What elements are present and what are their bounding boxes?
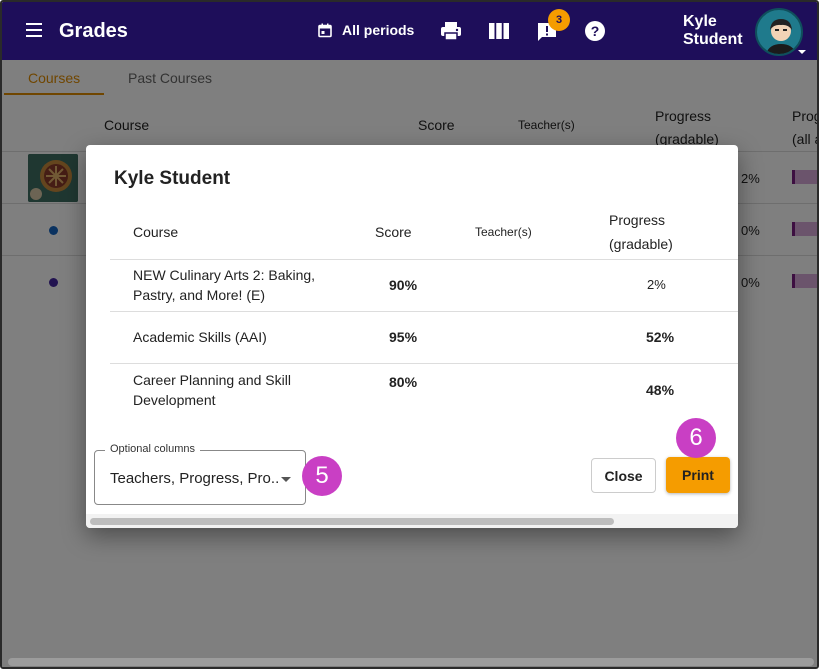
notification-badge: 3 (548, 9, 570, 31)
optional-columns-label: Optional columns (105, 443, 200, 455)
top-app-bar: Grades All periods 3 ? Kyle Student (2, 2, 817, 60)
dialog-score: 95% (389, 329, 418, 345)
print-button[interactable]: Print (666, 457, 730, 493)
dialog-progress-header-line1: Progress (609, 212, 666, 228)
user-last-name: Student (683, 31, 743, 48)
help-icon[interactable]: ? (584, 20, 606, 42)
print-icon[interactable] (440, 20, 462, 42)
dialog-course-name: NEW Culinary Arts 2: Baking, Pastry, and… (133, 265, 315, 305)
user-first-name: Kyle (683, 13, 717, 30)
dialog-progress-header-line2: (gradable) (609, 236, 673, 252)
dialog-title: Kyle Student (114, 168, 231, 189)
print-dialog: Kyle Student Course Score Teacher(s) Pro… (86, 145, 738, 528)
dialog-header-teachers: Teacher(s) (475, 225, 532, 239)
dialog-progress: 48% (646, 382, 675, 398)
page-title: Grades (59, 20, 128, 42)
columns-icon[interactable] (488, 20, 510, 42)
avatar[interactable] (755, 8, 803, 56)
period-label: All periods (342, 22, 415, 38)
chevron-down-icon[interactable] (798, 50, 806, 54)
row-divider (110, 311, 738, 312)
user-name[interactable]: Kyle Student (683, 13, 743, 49)
dialog-score: 90% (389, 277, 418, 293)
optional-columns-select[interactable]: Optional columns Teachers, Progress, Pro… (94, 443, 306, 505)
course-name-line: Development (133, 392, 216, 408)
dialog-header-progress: Progress (gradable) (609, 208, 673, 256)
dialog-progress: 2% (647, 277, 666, 292)
dialog-scrollbar-thumb[interactable] (90, 518, 614, 525)
dialog-progress: 52% (646, 329, 675, 345)
app-window: Grades All periods 3 ? Kyle Student Kyle… (0, 0, 819, 669)
dropdown-arrow-icon (281, 477, 291, 482)
calendar-icon (318, 23, 332, 37)
user-avatar-icon (765, 19, 797, 54)
callout-marker-5: 5 (302, 456, 342, 496)
dialog-course-name: Academic Skills (AAI) (133, 329, 267, 345)
dialog-horizontal-scrollbar[interactable] (86, 514, 738, 528)
dialog-header-score: Score (375, 224, 412, 240)
course-name-line: Pastry, and More! (E) (133, 287, 266, 303)
close-button[interactable]: Close (591, 458, 656, 493)
row-divider (110, 259, 738, 260)
course-name-line: NEW Culinary Arts 2: Baking, (133, 267, 316, 283)
svg-text:?: ? (591, 23, 600, 39)
row-divider (110, 363, 738, 364)
period-selector[interactable]: All periods (318, 22, 414, 38)
hamburger-menu-icon[interactable] (26, 23, 42, 37)
dialog-score: 80% (389, 374, 418, 390)
course-name-line: Career Planning and Skill (133, 372, 291, 388)
page-horizontal-scrollbar[interactable] (8, 658, 814, 666)
optional-columns-value: Teachers, Progress, Pro... (110, 470, 280, 487)
dialog-header-course: Course (133, 224, 179, 240)
callout-marker-6: 6 (676, 418, 716, 458)
dialog-course-name: Career Planning and Skill Development (133, 370, 291, 410)
